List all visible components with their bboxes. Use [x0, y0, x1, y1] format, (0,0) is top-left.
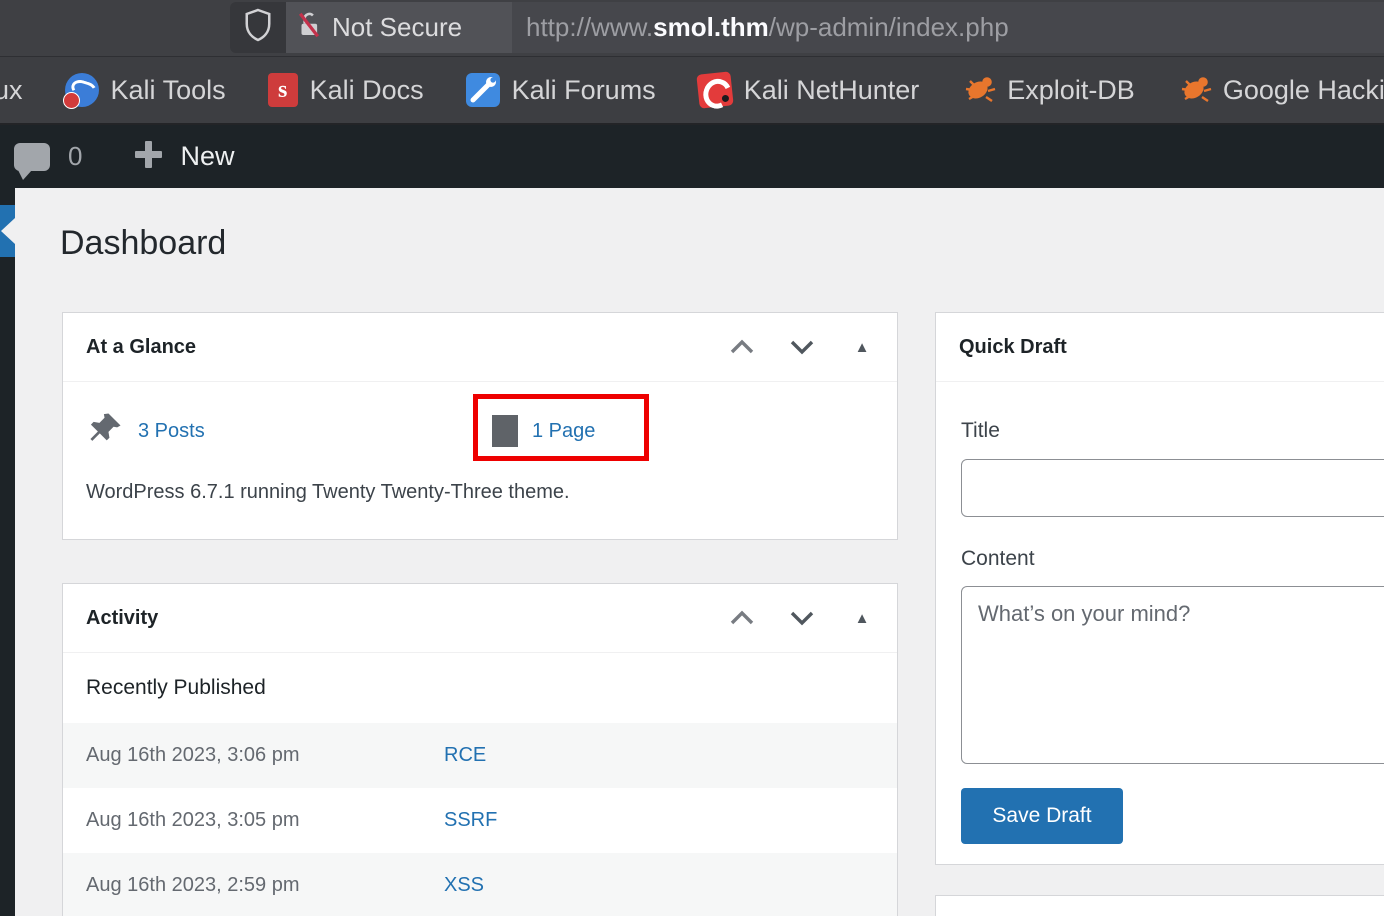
- activity-widget: Activity ▲ Recently Published Aug 16th 2…: [62, 583, 898, 916]
- post-date: Aug 16th 2023, 3:05 pm: [86, 809, 444, 832]
- activity-header: Activity ▲: [63, 584, 897, 653]
- bookmark-label: Google Hacking D: [1223, 75, 1384, 106]
- kali-nethunter-icon: [696, 71, 733, 108]
- admin-bar-new[interactable]: New: [130, 136, 234, 177]
- widget-title: Activity: [63, 607, 158, 630]
- content-label: Content: [961, 547, 1035, 571]
- widget-title: At a Glance: [63, 336, 196, 359]
- chevron-up-icon[interactable]: [727, 335, 757, 359]
- comments-icon: [14, 143, 50, 171]
- insecure-lock-icon: [294, 9, 324, 46]
- sidebar-item-dashboard-active[interactable]: [0, 205, 15, 257]
- browser-window: Not Secure http://www.smol.thm/wp-admin/…: [0, 0, 1384, 916]
- shield-button[interactable]: [230, 2, 286, 53]
- bookmark-exploit-db[interactable]: Exploit-DB: [940, 73, 1156, 107]
- activity-row: Aug 16th 2023, 3:05 pm SSRF: [63, 788, 897, 853]
- widget-title: Quick Draft: [936, 336, 1067, 359]
- url-host: smol.thm: [653, 12, 769, 43]
- at-a-glance-header: At a Glance ▲: [63, 313, 897, 382]
- bookmark-label: ux: [0, 75, 23, 106]
- bookmark-kali-docs[interactable]: s Kali Docs: [247, 73, 445, 107]
- kali-forums-icon: [466, 73, 500, 107]
- post-link[interactable]: XSS: [444, 874, 484, 897]
- next-widget-partial: [935, 895, 1384, 916]
- dashboard-content: Dashboard At a Glance ▲ 3 Posts 1 Page: [0, 188, 1384, 916]
- admin-sidebar-edge: [0, 188, 15, 916]
- pushpin-icon: [86, 410, 124, 453]
- url-path: /wp-admin/index.php: [769, 12, 1009, 43]
- bookmark-label: Kali NetHunter: [744, 75, 920, 106]
- draft-content-textarea[interactable]: [961, 586, 1384, 764]
- bug-icon: [961, 73, 995, 107]
- activity-row: Aug 16th 2023, 3:06 pm RCE: [63, 723, 897, 788]
- bookmark-kali-tools[interactable]: Kali Tools: [44, 73, 247, 107]
- admin-bar-comments[interactable]: 0: [0, 141, 82, 172]
- bookmark-kali-linux[interactable]: ux: [0, 75, 44, 106]
- bookmarks-bar: ux Kali Tools s Kali Docs Kali Forums Ka…: [0, 57, 1384, 125]
- chevron-down-icon[interactable]: [787, 606, 817, 630]
- wordpress-version-text: WordPress 6.7.1 running Twenty Twenty-Th…: [86, 481, 570, 504]
- new-label: New: [180, 141, 234, 172]
- chevron-up-icon[interactable]: [727, 606, 757, 630]
- at-a-glance-widget: At a Glance ▲ 3 Posts 1 Page WordPress 6…: [62, 312, 898, 540]
- post-link[interactable]: RCE: [444, 744, 486, 767]
- shield-icon: [243, 7, 273, 48]
- title-label: Title: [961, 419, 1000, 443]
- not-secure-label: Not Secure: [332, 12, 462, 43]
- draft-title-input[interactable]: [961, 459, 1384, 517]
- chevron-down-icon[interactable]: [787, 335, 817, 359]
- page-title: Dashboard: [60, 224, 226, 263]
- post-date: Aug 16th 2023, 2:59 pm: [86, 874, 444, 897]
- activity-row: Aug 16th 2023, 2:59 pm XSS: [63, 853, 897, 916]
- bookmark-label: Kali Forums: [512, 75, 656, 106]
- post-link[interactable]: SSRF: [444, 809, 497, 832]
- site-security-chip[interactable]: Not Secure: [286, 2, 512, 53]
- save-draft-button[interactable]: Save Draft: [961, 788, 1123, 844]
- browser-toolbar: Not Secure http://www.smol.thm/wp-admin/…: [0, 0, 1384, 57]
- quick-draft-header: Quick Draft: [936, 313, 1384, 382]
- post-date: Aug 16th 2023, 3:06 pm: [86, 744, 444, 767]
- recently-published-heading: Recently Published: [63, 653, 897, 723]
- bookmark-google-hacking-db[interactable]: Google Hacking D: [1156, 73, 1384, 107]
- bug-icon: [1177, 73, 1211, 107]
- bookmark-label: Exploit-DB: [1007, 75, 1135, 106]
- kali-docs-icon: s: [268, 73, 298, 107]
- bookmark-kali-forums[interactable]: Kali Forums: [445, 73, 677, 107]
- quick-draft-widget: Quick Draft Title Content Save Draft: [935, 312, 1384, 865]
- plus-icon: [130, 136, 166, 177]
- url-bar[interactable]: http://www.smol.thm/wp-admin/index.php: [512, 2, 1384, 53]
- glance-posts: 3 Posts: [86, 409, 205, 453]
- bookmark-label: Kali Tools: [111, 75, 226, 106]
- kali-tools-icon: [65, 73, 99, 107]
- url-prefix: http://www.: [526, 12, 653, 43]
- toggle-panel-icon[interactable]: ▲: [847, 335, 877, 359]
- posts-link[interactable]: 3 Posts: [138, 420, 205, 443]
- annotation-red-box: [473, 394, 649, 461]
- bookmark-label: Kali Docs: [310, 75, 424, 106]
- bookmark-kali-nethunter[interactable]: Kali NetHunter: [677, 73, 941, 107]
- toggle-panel-icon[interactable]: ▲: [847, 606, 877, 630]
- wp-admin-bar: 0 New: [0, 125, 1384, 188]
- comments-count: 0: [68, 141, 82, 172]
